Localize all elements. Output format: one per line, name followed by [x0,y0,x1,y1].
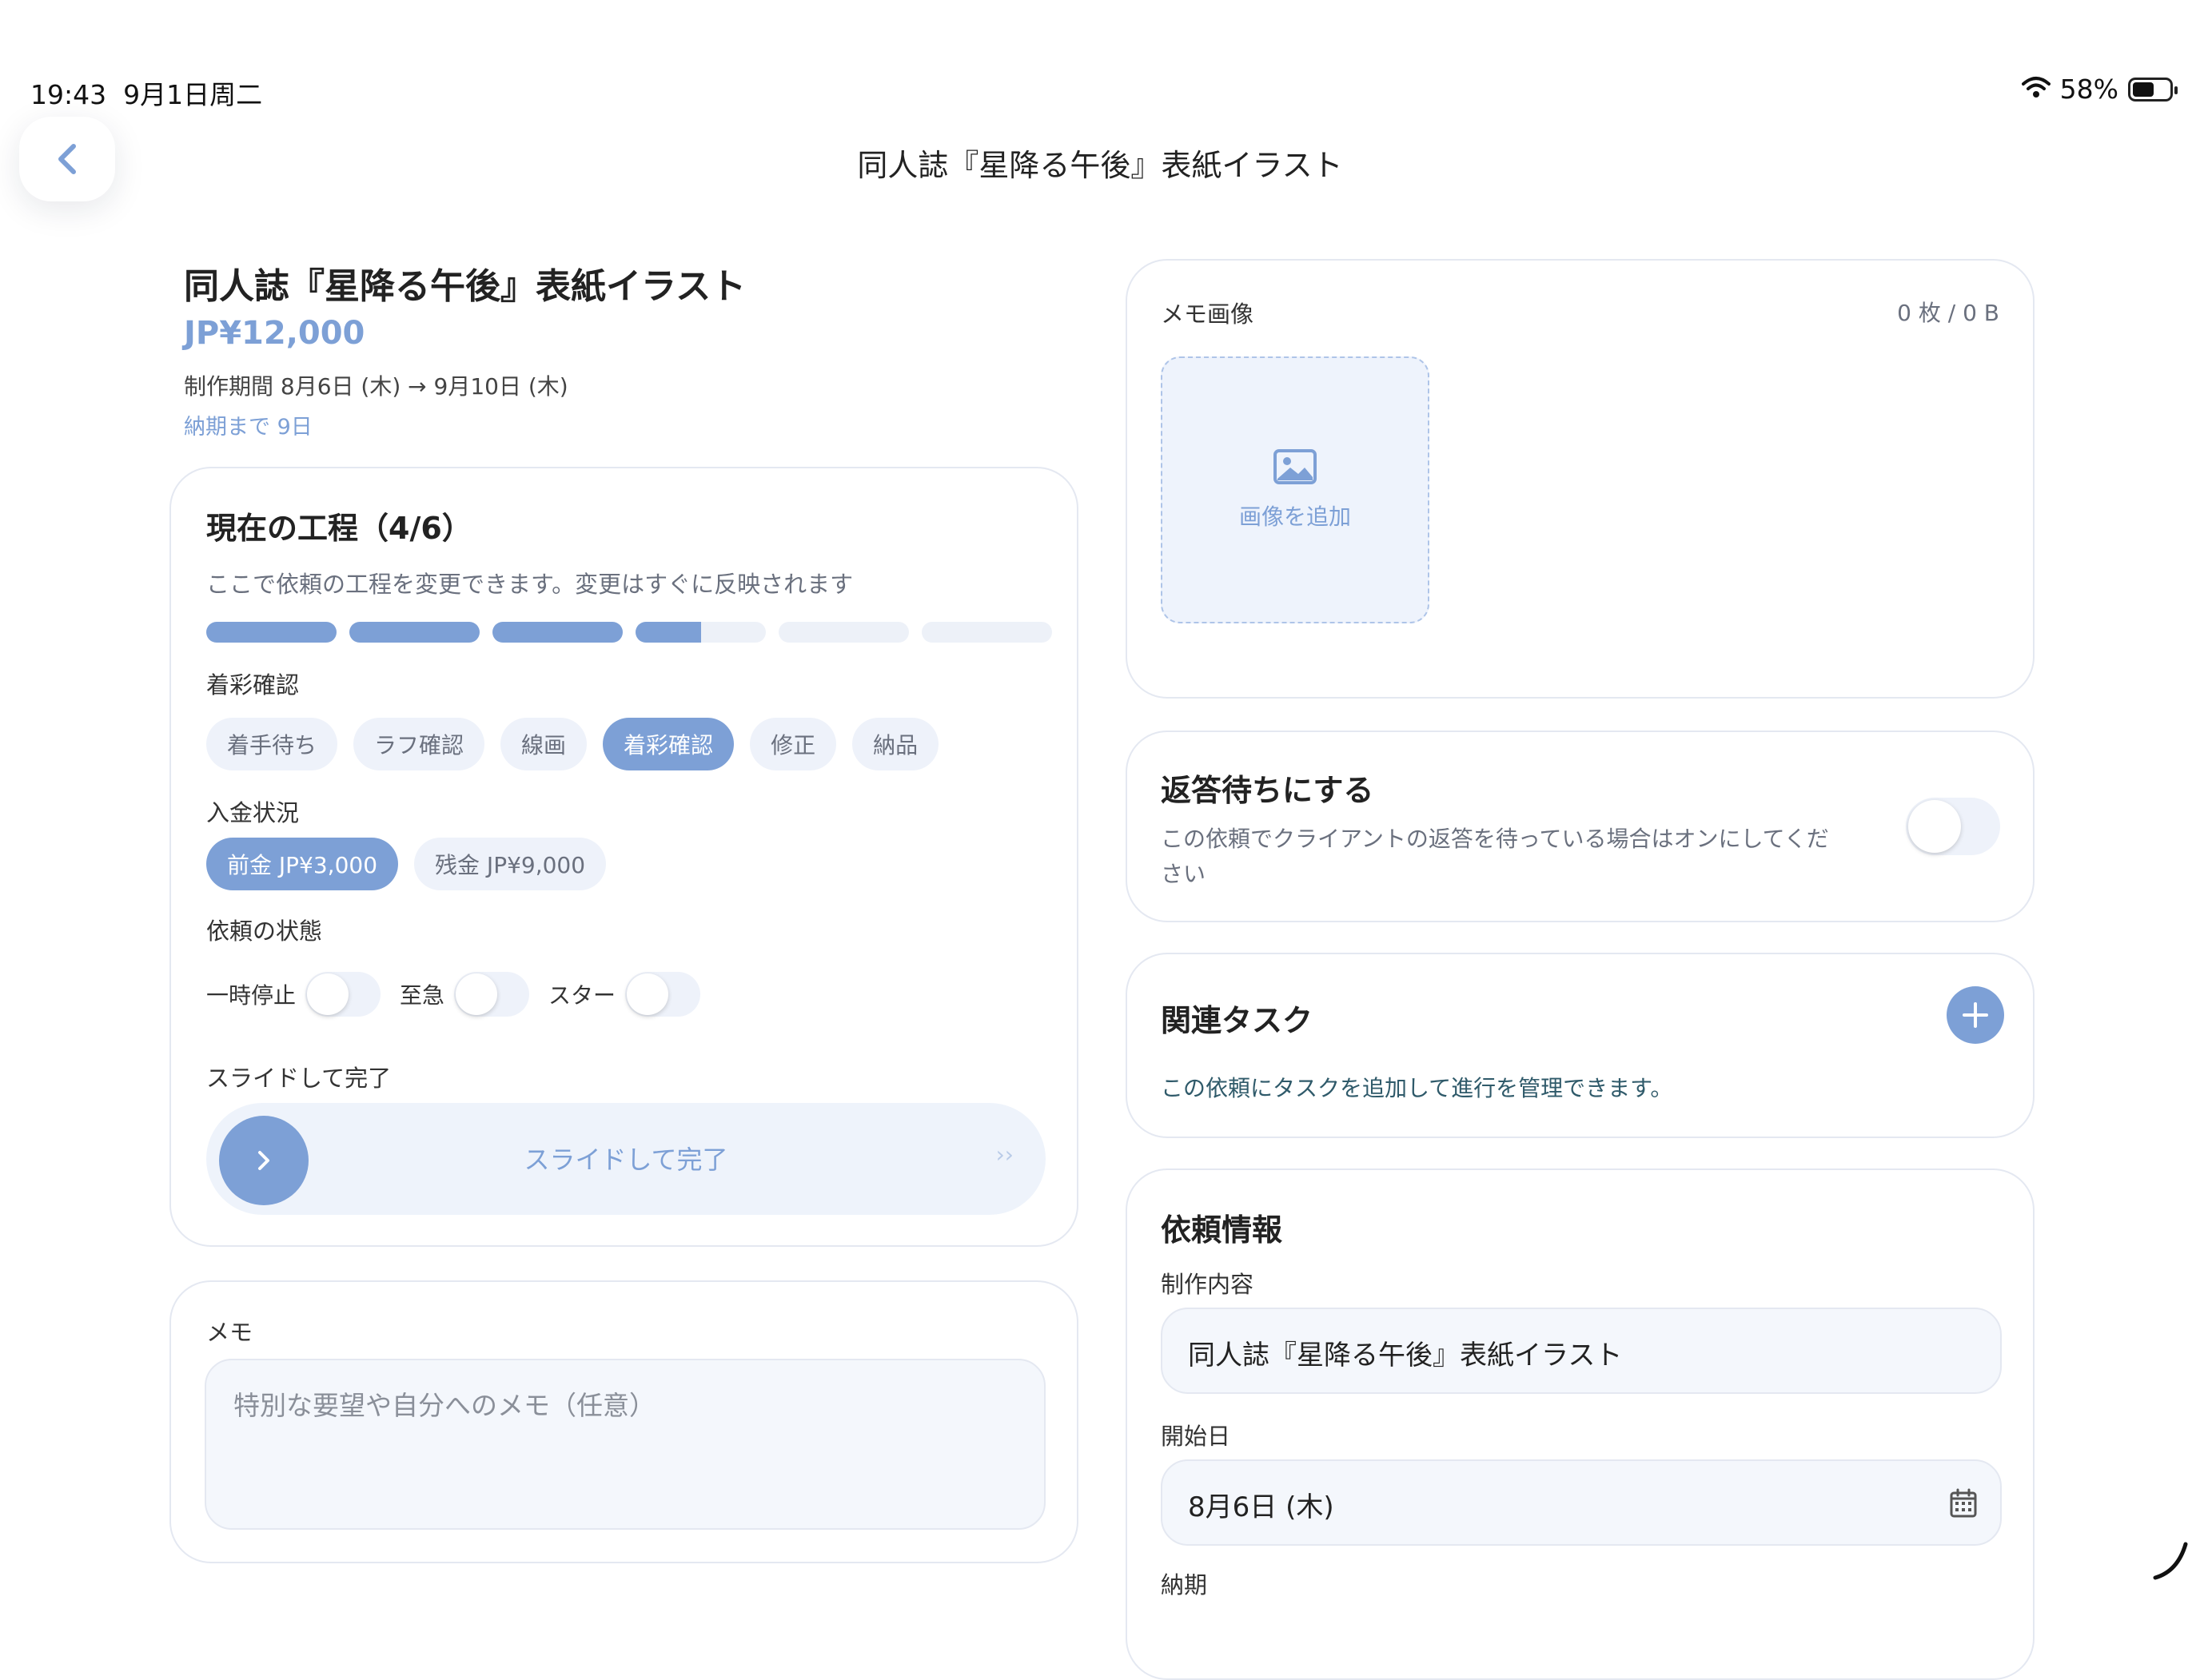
production-period: 制作期間 8月6日 (木) → 9月10日 (木) [184,373,568,400]
status-toggle[interactable] [305,972,381,1017]
image-memo-label: メモ画像 [1161,301,1254,328]
status-label: 依頼の状態 [206,918,323,945]
toggle-label: 一時停止 [206,982,297,1009]
page-title: 同人誌『星降る午後』表紙イラスト [184,266,747,307]
stage-chip[interactable]: 着手待ち [206,718,338,770]
start-date-field[interactable]: 8月6日 (木) [1161,1459,2002,1546]
battery-icon [2128,77,2178,102]
stage-chip[interactable]: 修正 [750,718,837,770]
progress-bar [206,622,1052,643]
content-value: 同人誌『星降る午後』表紙イラスト [1188,1340,1623,1371]
slide-text: スライドして完了 [524,1145,728,1175]
current-stage-label: 着彩確認 [206,671,300,699]
content-field[interactable]: 同人誌『星降る午後』表紙イラスト [1161,1308,2002,1394]
slide-to-complete[interactable]: スライドして完了 ›› [206,1103,1046,1215]
status-toggle[interactable] [625,972,701,1017]
reply-description: この依頼でクライアントの返答を待っている場合はオンにしてくだ さい [1161,826,1829,887]
tasks-description: この依頼にタスクを追加して進行を管理できます。 [1161,1075,1673,1101]
reply-title: 返答待ちにする [1161,773,1374,808]
payment-chip[interactable]: 前金 JP¥3,000 [206,838,399,890]
add-image-label: 画像を追加 [1238,504,1351,530]
progress-card: 現在の工程（4/6） ここで依頼の工程を変更できます。変更はすぐに反映されます … [169,467,1078,1247]
memo-label: メモ [206,1319,253,1346]
related-tasks-card: 関連タスク この依頼にタスクを追加して進行を管理できます。 [1126,953,2035,1138]
payment-label: 入金状況 [206,799,300,826]
progress-title: 現在の工程（4/6） [206,511,472,546]
pencil-cursor-icon [2153,1542,2188,1580]
calendar-icon [1950,1488,1977,1518]
content-label: 制作内容 [1161,1271,1254,1298]
payment-selector: 前金 JP¥3,000 残金 JP¥9,000 [206,838,607,890]
status-right: 58% [2021,74,2178,105]
progress-segment [206,622,337,643]
double-chevron-icon: ›› [995,1141,1014,1168]
memo-card: メモ 特別な要望や自分へのメモ（任意） [169,1280,1078,1563]
due-date-label: 納期 [1161,1571,1208,1598]
deadline-note: 納期まで 9日 [184,415,313,440]
wifi-icon [2021,74,2051,105]
stage-selector: 着手待ち ラフ確認 線画 着彩確認 修正 納品 [206,718,939,770]
nav-title: 同人誌『星降る午後』表紙イラスト [857,148,1343,183]
image-count: 0 枚 / 0 B [1897,300,1999,326]
price: JP¥12,000 [184,315,365,352]
tasks-title: 関連タスク [1161,1003,1313,1038]
progress-description: ここで依頼の工程を変更できます。変更はすぐに反映されます [206,571,854,598]
battery-percent: 58% [2059,74,2118,105]
image-icon [1273,449,1317,484]
slide-label: スライドして完了 [206,1065,392,1092]
image-memo-card: メモ画像 0 枚 / 0 B 画像を追加 [1126,259,2035,699]
progress-segment [349,622,480,643]
stage-chip[interactable]: ラフ確認 [353,718,485,770]
stage-chip[interactable]: 納品 [852,718,939,770]
payment-chip[interactable]: 残金 JP¥9,000 [414,838,607,890]
start-date-label: 開始日 [1161,1423,1231,1450]
status-time: 19:43 9月1日周二 [30,79,263,110]
status-toggles: 一時停止 至急 スター [206,972,719,1017]
progress-segment [636,622,766,643]
toggle-label: 至急 [400,982,445,1009]
memo-input[interactable]: 特別な要望や自分へのメモ（任意） [205,1359,1046,1530]
stage-chip[interactable]: 線画 [500,718,588,770]
toggle-label: スター [548,982,616,1009]
reply-wait-card: 返答待ちにする この依頼でクライアントの返答を待っている場合はオンにしてくだ さ… [1126,731,2035,922]
add-task-button[interactable] [1947,986,2004,1044]
memo-placeholder: 特別な要望や自分へのメモ（任意） [233,1390,656,1421]
stage-chip[interactable]: 着彩確認 [603,718,735,770]
reply-wait-toggle[interactable] [1906,798,2000,855]
add-image-button[interactable]: 画像を追加 [1161,356,1429,623]
start-date-value: 8月6日 (木) [1188,1491,1334,1523]
status-toggle[interactable] [454,972,530,1017]
progress-segment [922,622,1052,643]
info-title: 依頼情報 [1161,1212,1283,1248]
progress-segment [779,622,909,643]
plus-icon [1963,1002,1988,1028]
progress-segment [492,622,623,643]
request-info-card: 依頼情報 制作内容 同人誌『星降る午後』表紙イラスト 開始日 8月6日 (木) … [1126,1168,2035,1680]
